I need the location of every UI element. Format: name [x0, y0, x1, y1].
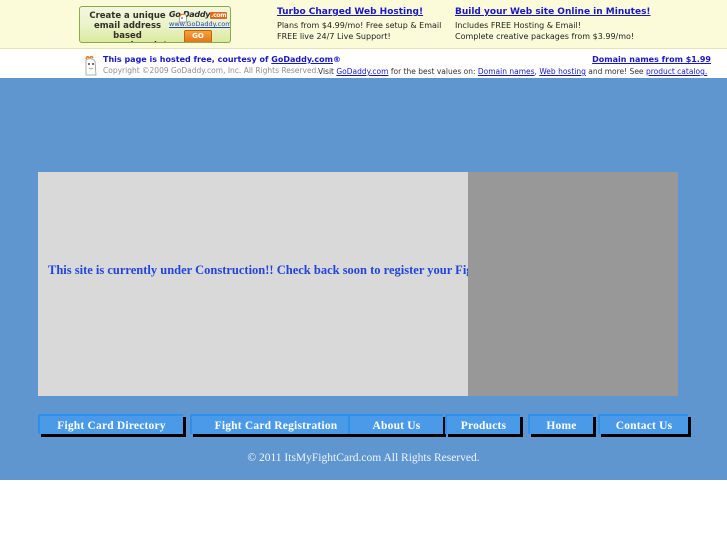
visit-domain-names-link[interactable]: Domain names: [478, 67, 535, 76]
nav-button-contact-us[interactable]: Contact Us: [598, 414, 688, 434]
domain-names-promo-link[interactable]: Domain names from $1.99: [592, 55, 711, 64]
visit-mid-1: for the best values on:: [388, 67, 478, 76]
promo-column-hosting: Turbo Charged Web Hosting! Plans from $4…: [277, 7, 467, 42]
content-panel-right: [468, 172, 678, 396]
nav-button-fight-card-directory[interactable]: Fight Card Directory: [38, 414, 183, 434]
promo-website-line-1: Includes FREE Hosting & Email!: [455, 21, 581, 30]
nav-button-products[interactable]: Products: [445, 414, 520, 434]
promo-banner-line3: on your domain!: [85, 41, 170, 42]
promo-website-line-2: Complete creative packages from $3.99/mo…: [455, 32, 635, 41]
hosted-free-suffix: ®: [332, 55, 341, 64]
nav-button-fight-card-registration[interactable]: Fight Card Registration: [190, 414, 360, 434]
visit-web-hosting-link[interactable]: Web hosting: [539, 67, 586, 76]
construction-message: This site is currently under Constructio…: [48, 263, 518, 277]
go-button[interactable]: GO: [184, 30, 212, 42]
promo-hosting-heading-link[interactable]: Turbo Charged Web Hosting!: [277, 7, 467, 17]
visit-product-catalog-link[interactable]: product catalog.: [646, 67, 707, 76]
promo-column-website-builder: Build your Web site Online in Minutes! I…: [455, 7, 705, 42]
godaddy-wordmark-badge: .com: [210, 12, 228, 19]
content-panel-left: This site is currently under Constructio…: [38, 172, 518, 396]
nav-button-about-us[interactable]: About Us: [348, 414, 443, 434]
godaddy-copyright: Copyright ©2009 GoDaddy.com, Inc. All Ri…: [103, 66, 319, 75]
godaddy-logo: Go Daddy.com www.GoDaddy.com GO: [169, 10, 230, 42]
promo-banner-text: Create a unique email address based on y…: [85, 11, 170, 42]
visit-mid-3: and more! See: [585, 67, 646, 76]
godaddy-mascot-icon: [85, 55, 97, 76]
hosted-free-prefix: This page is hosted free, courtesy of: [103, 55, 272, 64]
godaddy-email-promo-banner[interactable]: Create a unique email address based on y…: [79, 6, 231, 43]
hosted-free-godaddy-link[interactable]: GoDaddy.com: [271, 55, 333, 64]
godaddy-promo-header: Create a unique email address based on y…: [0, 0, 727, 49]
promo-banner-line2: email address based: [93, 21, 162, 41]
visit-godaddy-link[interactable]: GoDaddy.com: [336, 67, 388, 76]
promo-hosting-line-2: FREE live 24/7 Live Support!: [277, 32, 391, 41]
hosted-free-notice: This page is hosted free, courtesy of Go…: [103, 55, 341, 64]
godaddy-mascot-icon: [178, 13, 188, 23]
godaddy-wordmark-text: Go Daddy: [169, 10, 211, 19]
nav-button-home[interactable]: Home: [528, 414, 593, 434]
visit-prefix: Visit: [318, 67, 337, 76]
site-copyright: © 2011 ItsMyFightCard.com All Rights Res…: [247, 452, 480, 464]
promo-website-heading-link[interactable]: Build your Web site Online in Minutes!: [455, 7, 705, 17]
content-area: This site is currently under Constructio…: [38, 172, 678, 396]
visit-godaddy-line: Visit GoDaddy.com for the best values on…: [318, 67, 707, 76]
promo-banner-line1: Create a unique: [89, 11, 166, 21]
page-body: This site is currently under Constructio…: [0, 78, 727, 480]
promo-hosting-line-1: Plans from $4.99/mo! Free setup & Email: [277, 21, 442, 30]
